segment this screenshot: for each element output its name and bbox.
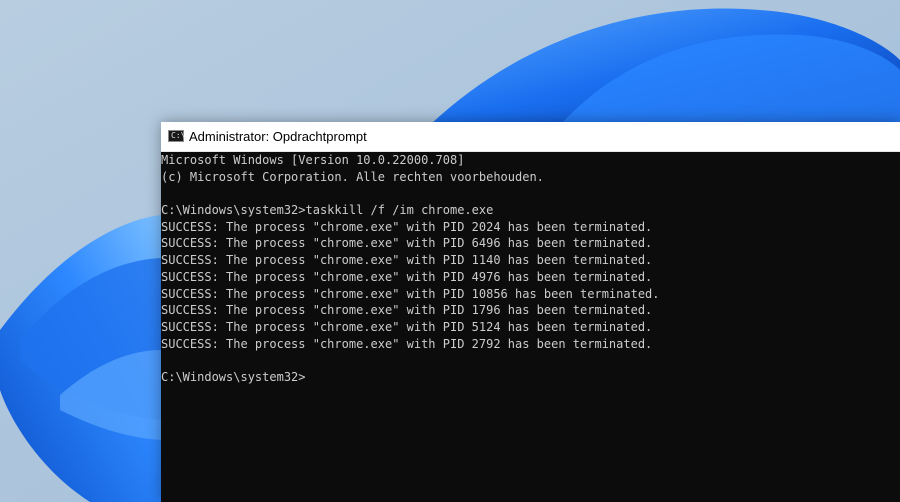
console-line: SUCCESS: The process "chrome.exe" with P… bbox=[161, 319, 653, 334]
console-output[interactable]: Microsoft Windows [Version 10.0.22000.70… bbox=[161, 152, 900, 502]
console-line: SUCCESS: The process "chrome.exe" with P… bbox=[161, 219, 653, 234]
console-line: SUCCESS: The process "chrome.exe" with P… bbox=[161, 286, 660, 301]
console-line: C:\Windows\system32> bbox=[161, 369, 306, 384]
console-line: (c) Microsoft Corporation. Alle rechten … bbox=[161, 169, 544, 184]
window-title: Administrator: Opdrachtprompt bbox=[189, 129, 367, 144]
title-bar[interactable]: C:\ Administrator: Opdrachtprompt bbox=[161, 122, 900, 152]
console-line: SUCCESS: The process "chrome.exe" with P… bbox=[161, 336, 653, 351]
console-line: SUCCESS: The process "chrome.exe" with P… bbox=[161, 253, 653, 268]
console-line: SUCCESS: The process "chrome.exe" with P… bbox=[161, 303, 653, 318]
command-prompt-window[interactable]: C:\ Administrator: Opdrachtprompt Micros… bbox=[161, 122, 900, 502]
command-prompt-icon: C:\ bbox=[168, 130, 185, 142]
console-line: SUCCESS: The process "chrome.exe" with P… bbox=[161, 236, 653, 251]
console-line: Microsoft Windows [Version 10.0.22000.70… bbox=[161, 153, 465, 167]
console-line: SUCCESS: The process "chrome.exe" with P… bbox=[161, 269, 653, 284]
console-line: C:\Windows\system32>taskkill /f /im chro… bbox=[161, 203, 494, 218]
